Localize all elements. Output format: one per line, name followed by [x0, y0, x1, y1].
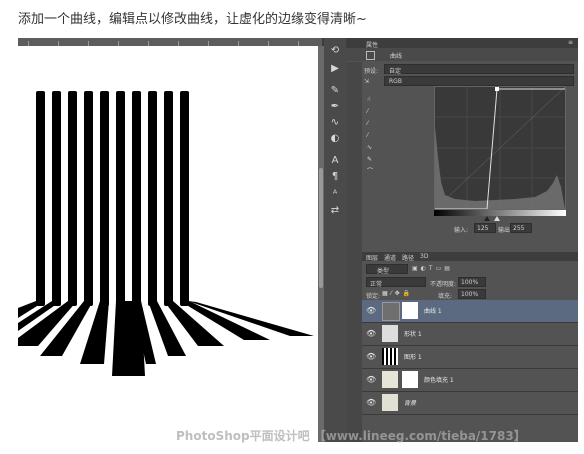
lock-icons[interactable]: ▦⁄✥🔒: [382, 290, 413, 297]
tab-channels[interactable]: 通道: [384, 253, 396, 262]
horizontal-ruler: [18, 38, 322, 46]
panel-tool-strip: ⟲ ▶ ✎ ✒ ∿ ◐ A ¶ ᴬ ⇄: [324, 38, 346, 442]
history-icon[interactable]: ⟲: [327, 44, 343, 58]
tab-layers[interactable]: 图层: [366, 253, 378, 262]
layer-filter-select[interactable]: 类型: [366, 264, 408, 275]
background-layer-thumbnail: [382, 394, 398, 411]
fill-label: 填充:: [438, 293, 453, 300]
layer-filter-value: 类型: [377, 268, 390, 275]
striped-artwork: [18, 91, 314, 376]
channel-value: RGB: [389, 78, 402, 85]
curve-tools: ☝ ⁄ ⁄ ⁄ ∿ ✎ ⌒: [367, 94, 373, 178]
character-icon[interactable]: ᴬ: [327, 188, 343, 202]
layer-name: 形状 1: [404, 331, 422, 338]
layer-row-graphic[interactable]: 👁 图形 1: [362, 346, 578, 369]
curves-graph[interactable]: [434, 86, 566, 210]
channel-icon: ⇲: [364, 78, 370, 85]
layer-name: 背景: [404, 400, 417, 407]
visibility-eye-icon[interactable]: 👁: [366, 329, 376, 339]
preset-value: 自定: [389, 68, 402, 75]
para-icon[interactable]: ¶: [327, 170, 343, 184]
black-point-slider[interactable]: [484, 216, 490, 221]
layer-row-background[interactable]: 👁 背景: [362, 392, 578, 415]
output-field[interactable]: 255: [510, 223, 532, 233]
gray-point-eyedropper-icon[interactable]: ⁄: [367, 118, 373, 130]
color-fill-thumbnail: [382, 371, 398, 388]
channel-select[interactable]: RGB: [384, 76, 574, 86]
draw-curve-icon[interactable]: ✎: [367, 154, 373, 166]
layer-row-color-fill[interactable]: 👁 颜色填充 1: [362, 369, 578, 392]
photoshop-window: ⟲ ▶ ✎ ✒ ∿ ◐ A ¶ ᴬ ⇄ 属性 ≡ 曲线 预设: 自定 ⇲ RGB…: [18, 38, 578, 442]
fill-field[interactable]: 100%: [458, 289, 486, 299]
smooth-curve-icon[interactable]: ⌒: [367, 166, 373, 178]
layer-name: 曲线 1: [424, 308, 442, 315]
actions-icon[interactable]: ▶: [327, 62, 343, 76]
layer-row-curves[interactable]: 👁 曲线 1: [362, 300, 578, 323]
caption-text: 添加一个曲线，编辑点以修改曲线，让虚化的边缘变得清晰~: [18, 12, 367, 27]
visibility-eye-icon[interactable]: 👁: [366, 306, 376, 316]
tab-paths[interactable]: 路径: [402, 253, 414, 262]
canvas-scroll-thumb[interactable]: [319, 168, 323, 288]
opacity-label: 不透明度:: [430, 281, 457, 288]
curves-graph-svg: [434, 86, 566, 210]
layer-mask-thumbnail: [402, 371, 418, 388]
layer-name: 颜色填充 1: [424, 377, 454, 384]
opacity-field[interactable]: 100%: [458, 277, 486, 287]
adjust-icon[interactable]: ◐: [327, 132, 343, 146]
lock-label: 锁定:: [366, 293, 381, 300]
dock-gutter: [346, 62, 362, 442]
opacity-value: 100%: [461, 279, 479, 286]
input-value: 125: [477, 225, 489, 232]
curves-adjustment-icon: [366, 51, 375, 60]
visibility-eye-icon[interactable]: 👁: [366, 398, 376, 408]
curves-icon[interactable]: ∿: [327, 116, 343, 130]
preset-select[interactable]: 自定: [384, 64, 574, 75]
layers-tab-bar: 图层 通道 路径 3D: [362, 252, 578, 262]
layer-mask-thumbnail: [402, 302, 418, 319]
properties-header: 曲线: [346, 48, 578, 61]
adjustment-name: 曲线: [390, 53, 403, 60]
input-gradient-bar: [434, 210, 566, 216]
tab-3d[interactable]: 3D: [420, 253, 428, 260]
black-point-eyedropper-icon[interactable]: ⁄: [367, 106, 373, 118]
curves-adjustment-thumbnail: [382, 302, 400, 321]
input-label: 输入:: [454, 227, 469, 234]
document-canvas[interactable]: [18, 46, 318, 442]
output-value: 255: [513, 225, 525, 232]
layer-name: 图形 1: [404, 354, 422, 361]
preset-label: 预设:: [364, 68, 379, 75]
layer-row-shape[interactable]: 👁 形状 1: [362, 323, 578, 346]
blend-mode-select[interactable]: 正常: [366, 277, 426, 288]
white-point-slider[interactable]: [494, 216, 500, 221]
text-icon[interactable]: A: [327, 154, 343, 168]
input-field[interactable]: 125: [474, 223, 496, 233]
panel-menu-icon[interactable]: ≡: [568, 39, 573, 46]
fill-value: 100%: [461, 291, 479, 298]
pen-icon[interactable]: ✒: [327, 100, 343, 114]
white-point-eyedropper-icon[interactable]: ⁄: [367, 130, 373, 142]
visibility-eye-icon[interactable]: 👁: [366, 352, 376, 362]
on-image-adjust-icon[interactable]: ☝: [367, 94, 373, 106]
layer-filter-icons[interactable]: ▣◐T▭▤: [412, 265, 453, 272]
edit-points-icon[interactable]: ∿: [367, 142, 373, 154]
brush-icon[interactable]: ✎: [327, 84, 343, 98]
shape-layer-thumbnail: [382, 325, 398, 342]
properties-tab-bar: 属性 ≡: [346, 38, 578, 49]
swap-icon[interactable]: ⇄: [327, 204, 343, 218]
graphic-layer-thumbnail: [382, 348, 398, 365]
visibility-eye-icon[interactable]: 👁: [366, 375, 376, 385]
watermark-text: PhotoShop平面设计吧 【www.lineeg.com/tieba/178…: [176, 429, 526, 443]
blend-mode-value: 正常: [370, 281, 383, 288]
